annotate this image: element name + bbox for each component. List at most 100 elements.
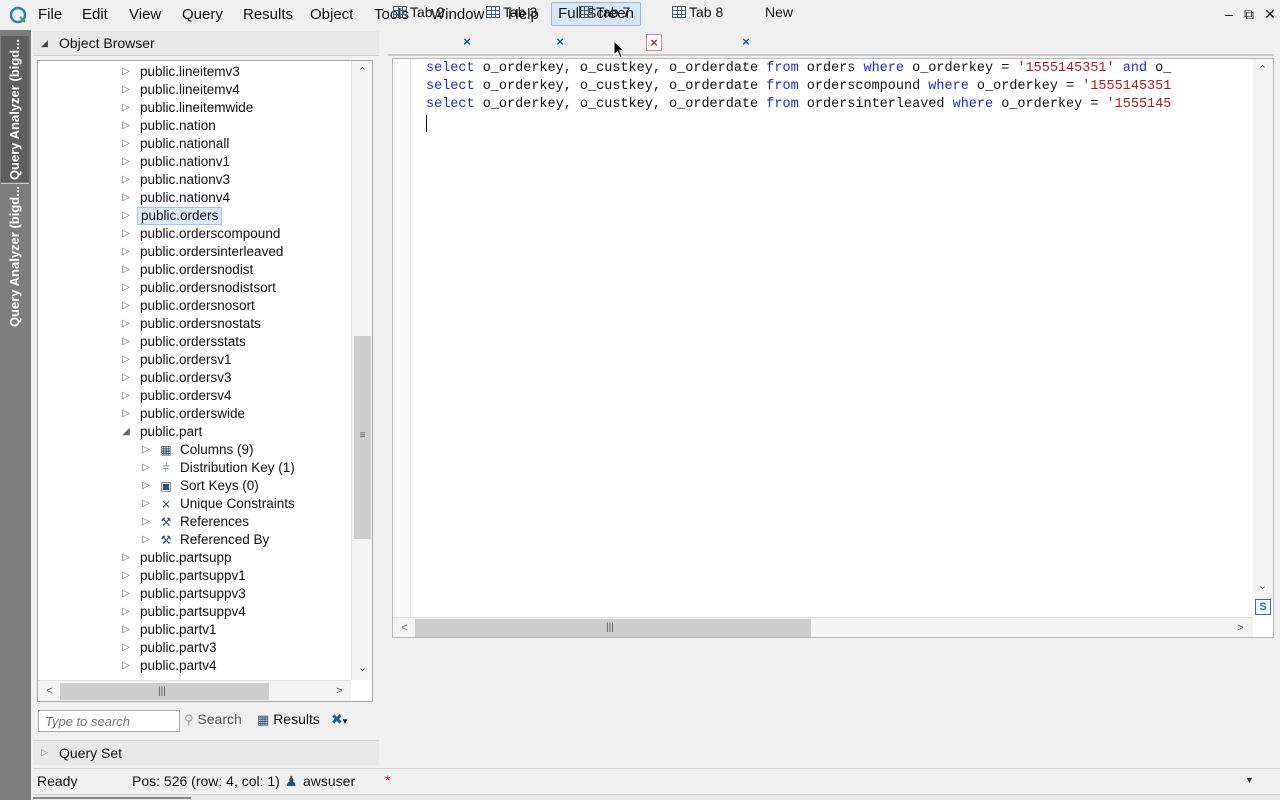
collapsed-arrow-icon[interactable]: ▷ (120, 297, 132, 315)
collapsed-arrow-icon[interactable]: ▷ (120, 117, 132, 135)
side-tab-query-analyzer-2[interactable]: Query Analyzer (bigd... (1, 183, 29, 329)
tree-item[interactable]: ▷ public.ordersnodistsort (38, 279, 351, 297)
scroll-left-icon[interactable]: < (395, 619, 414, 637)
tab-3-close-icon[interactable]: × (552, 34, 568, 51)
search-button[interactable]: ⚲ Search (184, 711, 242, 731)
tree-item[interactable]: ▷ public.ordersstats (38, 333, 351, 351)
tree-item[interactable]: ▷ public.partv3 (38, 639, 351, 657)
minimize-icon[interactable]: – (1220, 4, 1238, 24)
tab-2[interactable]: Tab 2 (393, 2, 463, 23)
tree-item[interactable]: ▷ public.partsuppv1 (38, 567, 351, 585)
tree-item[interactable]: ▷ public.nationv1 (38, 153, 351, 171)
menu-file[interactable]: File (35, 5, 65, 25)
menu-object[interactable]: Object (307, 5, 356, 25)
tab-8-close-icon[interactable]: × (738, 34, 754, 51)
tree-item[interactable]: ▷ ⚒ References (38, 513, 351, 531)
collapsed-arrow-icon[interactable]: ▷ (120, 189, 132, 207)
editor-vertical-scrollbar[interactable]: ⌃ ⌄ (1253, 59, 1273, 599)
collapsed-arrow-icon[interactable]: ▷ (120, 207, 132, 225)
scroll-up-icon[interactable]: ⌃ (1253, 61, 1272, 79)
collapsed-arrow-icon[interactable]: ▷ (120, 387, 132, 405)
code-area[interactable]: select o_orderkey, o_custkey, o_orderdat… (426, 60, 1252, 618)
collapsed-arrow-icon[interactable]: ▷ (120, 225, 132, 243)
tab-7[interactable]: Tab 7 (579, 2, 649, 23)
tree-item[interactable]: ▷ public.nationall (38, 135, 351, 153)
tree-item[interactable]: ▷ public.partv4 (38, 657, 351, 675)
tree-item[interactable]: ▷ public.nation (38, 117, 351, 135)
tree-item[interactable]: ▷ public.ordersv3 (38, 369, 351, 387)
tree-item[interactable]: ▷ public.ordersv4 (38, 387, 351, 405)
tree-item[interactable]: ▷ ▣ Sort Keys (0) (38, 477, 351, 495)
tree-horizontal-scrollbar[interactable]: < ||| > (38, 680, 351, 701)
tree-item[interactable]: ▷ public.orders (38, 207, 351, 225)
results-button[interactable]: ▦ Results (257, 711, 320, 731)
expanded-arrow-icon[interactable]: ◢ (120, 423, 132, 441)
tree-item[interactable]: ▷ ▦ Columns (9) (38, 441, 351, 459)
collapsed-arrow-icon[interactable]: ▷ (120, 315, 132, 333)
collapsed-arrow-icon[interactable]: ▷ (120, 603, 132, 621)
collapsed-arrow-icon[interactable]: ▷ (120, 153, 132, 171)
tree-vertical-scrollbar[interactable]: ⌃ ≡ ⌄ (351, 61, 372, 680)
collapsed-arrow-icon[interactable]: ▷ (120, 81, 132, 99)
collapsed-arrow-icon[interactable]: ▷ (140, 495, 152, 513)
tree-item[interactable]: ▷ public.ordersnosort (38, 297, 351, 315)
tree-item[interactable]: ▷ public.partsuppv3 (38, 585, 351, 603)
menu-edit[interactable]: Edit (79, 5, 111, 25)
collapsed-arrow-icon[interactable]: ▷ (120, 351, 132, 369)
tab-3[interactable]: Tab 3 (486, 2, 556, 23)
scroll-down-icon[interactable]: ⌄ (353, 659, 372, 677)
collapsed-arrow-icon[interactable]: ▷ (120, 639, 132, 657)
collapse-triangle-icon[interactable]: ◢ (41, 38, 48, 49)
collapsed-arrow-icon[interactable]: ▷ (140, 441, 152, 459)
close-icon[interactable]: ✕ (1261, 4, 1279, 24)
tree-item[interactable]: ▷ public.nationv3 (38, 171, 351, 189)
tab-2-close-icon[interactable]: × (459, 34, 475, 51)
tree-item[interactable]: ▷ public.partv1 (38, 621, 351, 639)
collapsed-arrow-icon[interactable]: ▷ (120, 567, 132, 585)
scroll-down-icon[interactable]: ⌄ (1253, 577, 1272, 595)
collapsed-arrow-icon[interactable]: ▷ (120, 657, 132, 675)
collapsed-arrow-icon[interactable]: ▷ (120, 243, 132, 261)
collapsed-arrow-icon[interactable]: ▷ (140, 531, 152, 549)
tree-item[interactable]: ▷ public.orderscompound (38, 225, 351, 243)
tree-item[interactable]: ▷ ⨯ Unique Constraints (38, 495, 351, 513)
scroll-right-icon[interactable]: > (330, 682, 349, 700)
menu-view[interactable]: View (126, 5, 164, 25)
format-sql-icon[interactable]: S (1255, 599, 1271, 615)
collapsed-arrow-icon[interactable]: ▷ (120, 405, 132, 423)
scroll-left-icon[interactable]: < (40, 682, 59, 700)
tab-7-close-icon[interactable]: × (646, 34, 662, 51)
collapsed-arrow-icon[interactable]: ▷ (120, 99, 132, 117)
object-browser-header[interactable]: ◢ Object Browser (33, 31, 379, 56)
tree-item[interactable]: ▷ public.lineitemv3 (38, 63, 351, 81)
tree-item[interactable]: ▷ public.partsuppv4 (38, 603, 351, 621)
tree-item[interactable]: ▷ public.nationv4 (38, 189, 351, 207)
collapsed-arrow-icon[interactable]: ▷ (120, 261, 132, 279)
tree-item[interactable]: ◢ public.part (38, 423, 351, 441)
expand-triangle-icon[interactable]: ▷ (41, 747, 48, 758)
scroll-up-icon[interactable]: ⌃ (353, 63, 372, 81)
tree-item[interactable]: ▷ public.orderswide (38, 405, 351, 423)
collapsed-arrow-icon[interactable]: ▷ (140, 459, 152, 477)
collapsed-arrow-icon[interactable]: ▷ (140, 513, 152, 531)
scroll-right-icon[interactable]: > (1231, 619, 1250, 637)
collapsed-arrow-icon[interactable]: ▷ (120, 135, 132, 153)
collapsed-arrow-icon[interactable]: ▷ (120, 621, 132, 639)
tree-item[interactable]: ▷ public.partsupp (38, 549, 351, 567)
tree-item[interactable]: ▷ public.ordersv1 (38, 351, 351, 369)
collapsed-arrow-icon[interactable]: ▷ (140, 477, 152, 495)
side-tab-query-analyzer-1[interactable]: Query Analyzer (bigd... (1, 36, 29, 182)
collapsed-arrow-icon[interactable]: ▷ (120, 333, 132, 351)
new-tab-button[interactable]: New (765, 2, 805, 23)
sql-editor[interactable]: select o_orderkey, o_custkey, o_orderdat… (392, 58, 1274, 638)
tree-item[interactable]: ▷ public.ordersnodist (38, 261, 351, 279)
collapsed-arrow-icon[interactable]: ▷ (120, 63, 132, 81)
tree-item[interactable]: ▷ public.ordersinterleaved (38, 243, 351, 261)
tools-dropdown-button[interactable]: ✖▾ (331, 711, 347, 731)
tree-item[interactable]: ▷ public.lineitemwide (38, 99, 351, 117)
tree-item[interactable]: ▷ public.lineitemv4 (38, 81, 351, 99)
menu-results[interactable]: Results (240, 5, 296, 25)
tab-8[interactable]: Tab 8 (672, 2, 742, 23)
tree-item[interactable]: ▷ public.ordersnostats (38, 315, 351, 333)
collapsed-arrow-icon[interactable]: ▷ (120, 585, 132, 603)
